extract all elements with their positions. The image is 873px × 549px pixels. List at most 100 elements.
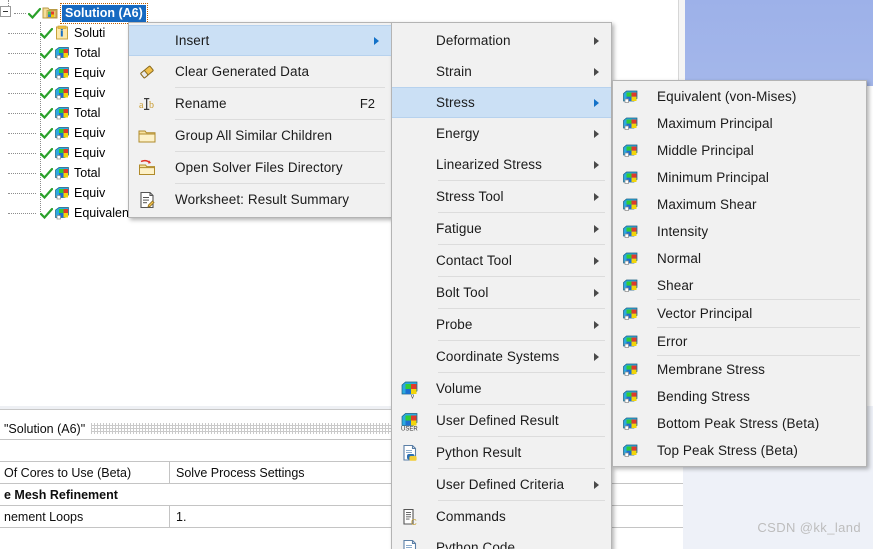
menu-item-label: Coordinate Systems bbox=[436, 349, 560, 364]
chevron-right-icon bbox=[594, 480, 599, 489]
menu-item-label: Maximum Shear bbox=[657, 197, 757, 212]
menu-item-commands[interactable]: C Commands bbox=[392, 501, 611, 532]
svg-text:C: C bbox=[411, 518, 417, 527]
menu-item-minimum-principal[interactable]: Minimum Principal bbox=[613, 164, 866, 191]
tree-item-result-1[interactable]: Total bbox=[8, 43, 101, 63]
menu-item-label: Shear bbox=[657, 278, 694, 293]
menu-item-group-all-similar-children[interactable]: Group All Similar Children bbox=[129, 120, 391, 151]
tree-item-result-8[interactable]: Equiv bbox=[8, 183, 106, 203]
menu-item-top-peak-stress-beta[interactable]: Top Peak Stress (Beta) bbox=[613, 437, 866, 464]
menu-item-coordinate-systems[interactable]: Coordinate Systems bbox=[392, 341, 611, 372]
chevron-right-icon bbox=[594, 36, 599, 45]
menu-item-label: Vector Principal bbox=[657, 306, 753, 321]
commands-icon: C bbox=[400, 507, 420, 527]
menu-item-equivalent-von-mises[interactable]: Equivalent (von-Mises) bbox=[613, 83, 866, 110]
graphics-viewport[interactable] bbox=[685, 0, 873, 86]
menu-item-worksheet-result-summary[interactable]: Worksheet: Result Summary bbox=[129, 184, 391, 215]
svg-text:v: v bbox=[411, 394, 414, 399]
details-title: "Solution (A6)" bbox=[4, 421, 86, 436]
menu-item-normal[interactable]: Normal bbox=[613, 245, 866, 272]
menu-item-maximum-shear[interactable]: Maximum Shear bbox=[613, 191, 866, 218]
tree-item-label: Equiv bbox=[74, 186, 106, 200]
menu-item-clear-generated-data[interactable]: Clear Generated Data bbox=[129, 56, 391, 87]
menu-item-intensity[interactable]: Intensity bbox=[613, 218, 866, 245]
tree-connector bbox=[8, 93, 36, 94]
status-check-icon bbox=[40, 187, 53, 200]
stress-result-icon bbox=[621, 360, 641, 380]
stress-result-icon bbox=[621, 114, 641, 134]
menu-item-label: Equivalent (von-Mises) bbox=[657, 89, 797, 104]
menu-item-open-solver-files-directory[interactable]: Open Solver Files Directory bbox=[129, 152, 391, 183]
menu-item-energy[interactable]: Energy bbox=[392, 118, 611, 149]
menu-item-bottom-peak-stress-beta[interactable]: Bottom Peak Stress (Beta) bbox=[613, 410, 866, 437]
tree-expander-icon[interactable] bbox=[0, 6, 11, 17]
menu-item-shear[interactable]: Shear bbox=[613, 272, 866, 299]
menu-item-linearized-stress[interactable]: Linearized Stress bbox=[392, 149, 611, 180]
watermark: CSDN @kk_land bbox=[757, 520, 861, 535]
stress-submenu[interactable]: Equivalent (von-Mises) Maximum Principal bbox=[612, 80, 867, 467]
tree-item-result-3[interactable]: Equiv bbox=[8, 83, 106, 103]
stress-result-icon bbox=[621, 195, 641, 215]
menu-item-contact-tool[interactable]: Contact Tool bbox=[392, 245, 611, 276]
tree-item-label: Total bbox=[74, 106, 101, 120]
chevron-right-icon bbox=[594, 192, 599, 201]
status-check-icon bbox=[40, 207, 53, 220]
tree-item-label: Total bbox=[74, 166, 101, 180]
menu-item-middle-principal[interactable]: Middle Principal bbox=[613, 137, 866, 164]
menu-item-label: Python Result bbox=[436, 445, 522, 460]
menu-item-volume[interactable]: v Volume bbox=[392, 373, 611, 404]
tree-item-result-5[interactable]: Equiv bbox=[8, 123, 105, 143]
menu-item-label: Volume bbox=[436, 381, 482, 396]
menu-item-probe[interactable]: Probe bbox=[392, 309, 611, 340]
context-menu[interactable]: Insert Clear Generated Data a b Rename F… bbox=[128, 22, 392, 218]
tree-item-result-4[interactable]: Total bbox=[8, 103, 101, 123]
menu-item-deformation[interactable]: Deformation bbox=[392, 25, 611, 56]
tree-item-label: Equiv bbox=[74, 146, 106, 160]
menu-item-python-result[interactable]: Python Result bbox=[392, 437, 611, 468]
tree-connector bbox=[8, 193, 36, 194]
menu-item-maximum-principal[interactable]: Maximum Principal bbox=[613, 110, 866, 137]
worksheet-icon bbox=[137, 190, 157, 210]
menu-item-label: Insert bbox=[175, 33, 210, 48]
menu-item-label: User Defined Criteria bbox=[436, 477, 565, 492]
menu-item-label: Error bbox=[657, 334, 688, 349]
status-check-icon bbox=[40, 67, 53, 80]
insert-submenu[interactable]: Deformation Strain Stress Energy Lineari… bbox=[391, 22, 612, 549]
chevron-right-icon bbox=[594, 256, 599, 265]
menu-item-stress[interactable]: Stress bbox=[392, 87, 611, 118]
menu-item-bolt-tool[interactable]: Bolt Tool bbox=[392, 277, 611, 308]
menu-item-label: Middle Principal bbox=[657, 143, 754, 158]
menu-item-vector-principal[interactable]: Vector Principal bbox=[613, 300, 866, 327]
solution-information-icon bbox=[54, 25, 70, 41]
tree-item-label: Total bbox=[74, 46, 101, 60]
status-check-icon bbox=[40, 127, 53, 140]
menu-item-label: Clear Generated Data bbox=[175, 64, 310, 79]
details-row-label: nement Loops bbox=[0, 506, 170, 527]
menu-item-python-code[interactable]: Python Code bbox=[392, 532, 611, 549]
tree-item-result-6[interactable]: Equiv bbox=[8, 143, 106, 163]
tree-item-label: Equiv bbox=[74, 86, 106, 100]
menu-item-bending-stress[interactable]: Bending Stress bbox=[613, 383, 866, 410]
menu-item-label: Rename bbox=[175, 96, 227, 111]
menu-item-error[interactable]: Error bbox=[613, 328, 866, 355]
menu-item-label: User Defined Result bbox=[436, 413, 559, 428]
menu-item-membrane-stress[interactable]: Membrane Stress bbox=[613, 356, 866, 383]
result-contour-icon bbox=[54, 185, 70, 201]
menu-item-stress-tool[interactable]: Stress Tool bbox=[392, 181, 611, 212]
tree-item-result-2[interactable]: Equiv bbox=[8, 63, 105, 83]
menu-item-label: Deformation bbox=[436, 33, 511, 48]
tree-item-solution-a6[interactable]: Solution (A6) bbox=[0, 2, 148, 24]
menu-item-label: Minimum Principal bbox=[657, 170, 769, 185]
menu-item-rename[interactable]: a b Rename F2 bbox=[129, 88, 391, 119]
rename-ab-icon: a b bbox=[137, 94, 157, 114]
tree-item-result-7[interactable]: Total bbox=[8, 163, 101, 183]
menu-item-label: Stress Tool bbox=[436, 189, 504, 204]
menu-item-user-defined-criteria[interactable]: User Defined Criteria bbox=[392, 469, 611, 500]
menu-item-strain[interactable]: Strain bbox=[392, 56, 611, 87]
result-contour-icon bbox=[54, 45, 70, 61]
tree-item-solution-information[interactable]: Soluti bbox=[8, 23, 105, 43]
svg-text:a: a bbox=[139, 100, 144, 111]
menu-item-insert[interactable]: Insert bbox=[129, 25, 391, 56]
menu-item-fatigue[interactable]: Fatigue bbox=[392, 213, 611, 244]
menu-item-user-defined-result[interactable]: USER User Defined Result bbox=[392, 405, 611, 436]
